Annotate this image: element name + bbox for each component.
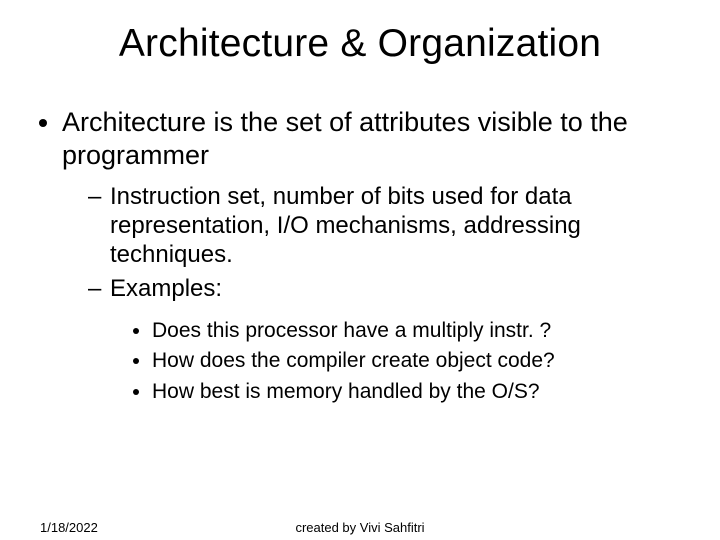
sub-bullet-details: Instruction set, number of bits used for… [88,182,680,270]
slide-title: Architecture & Organization [40,22,680,66]
example-item: How does the compiler create object code… [152,347,680,374]
level-3-list: Does this processor have a multiply inst… [110,317,680,405]
sub-bullet-examples: Examples: Does this processor have a mul… [88,274,680,405]
sub-bullet-text: Examples: [110,275,222,302]
example-item: Does this processor have a multiply inst… [152,317,680,344]
sub-bullet-text: Instruction set, number of bits used for… [110,183,581,269]
footer-author: created by Vivi Sahfitri [295,520,424,535]
level-2-list: Instruction set, number of bits used for… [62,182,680,405]
footer-date: 1/18/2022 [40,520,98,535]
slide: Architecture & Organization Architecture… [0,0,720,540]
level-1-list: Architecture is the set of attributes vi… [40,106,680,405]
bullet-text: Architecture is the set of attributes vi… [62,107,628,170]
bullet-architecture: Architecture is the set of attributes vi… [62,106,680,405]
example-item: How best is memory handled by the O/S? [152,378,680,405]
